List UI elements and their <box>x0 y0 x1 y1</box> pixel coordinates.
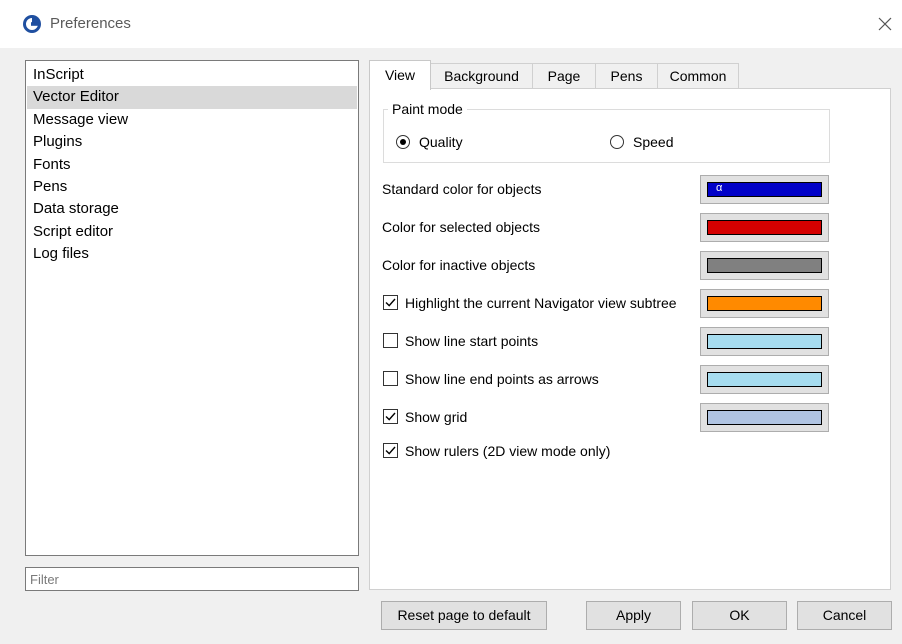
tab-pens[interactable]: Pens <box>595 63 658 89</box>
highlight-color-swatch <box>707 296 822 311</box>
category-item-fonts[interactable]: Fonts <box>27 154 357 176</box>
speed-label[interactable]: Speed <box>633 134 673 150</box>
title-bar: Preferences <box>0 0 902 48</box>
category-item-plugins[interactable]: Plugins <box>27 131 357 153</box>
line-end-color-button[interactable] <box>700 365 829 394</box>
show-rulers-label[interactable]: Show rulers (2D view mode only) <box>405 443 610 459</box>
line-end-color-swatch <box>707 372 822 387</box>
show-grid-label[interactable]: Show grid <box>405 409 467 425</box>
checkmark-icon <box>385 298 396 307</box>
quality-label[interactable]: Quality <box>419 134 463 150</box>
grid-color-swatch <box>707 410 822 425</box>
standard-color-label: Standard color for objects <box>382 181 542 197</box>
highlight-checkbox[interactable] <box>383 295 398 310</box>
show-grid-checkbox[interactable] <box>383 409 398 424</box>
category-item-message-view[interactable]: Message view <box>27 109 357 131</box>
category-item-pens[interactable]: Pens <box>27 176 357 198</box>
tab-common[interactable]: Common <box>657 63 739 89</box>
close-icon <box>878 17 892 31</box>
checkmark-icon <box>385 412 396 421</box>
line-end-label[interactable]: Show line end points as arrows <box>405 371 599 387</box>
apply-button[interactable]: Apply <box>586 601 681 630</box>
speed-radio[interactable] <box>610 135 624 149</box>
highlight-color-button[interactable] <box>700 289 829 318</box>
line-start-color-button[interactable] <box>700 327 829 356</box>
grid-color-button[interactable] <box>700 403 829 432</box>
line-end-checkbox[interactable] <box>383 371 398 386</box>
tab-page[interactable]: Page <box>532 63 596 89</box>
tab-background[interactable]: Background <box>430 63 533 89</box>
app-logo-icon <box>22 14 42 34</box>
highlight-label[interactable]: Highlight the current Navigator view sub… <box>405 295 677 311</box>
inactive-color-label: Color for inactive objects <box>382 257 536 273</box>
filter-input[interactable] <box>25 567 359 591</box>
selected-color-swatch <box>707 220 822 235</box>
line-start-checkbox[interactable] <box>383 333 398 348</box>
selected-color-button[interactable] <box>700 213 829 242</box>
selected-color-label: Color for selected objects <box>382 219 540 235</box>
window-title: Preferences <box>50 15 131 32</box>
quality-radio[interactable] <box>396 135 410 149</box>
reset-page-button[interactable]: Reset page to default <box>381 601 547 630</box>
line-start-label[interactable]: Show line start points <box>405 333 538 349</box>
paint-mode-title: Paint mode <box>388 101 467 117</box>
inactive-color-button[interactable] <box>700 251 829 280</box>
standard-color-button[interactable]: α <box>700 175 829 204</box>
category-list[interactable]: InScript Vector Editor Message view Plug… <box>25 60 359 556</box>
category-item-vector-editor[interactable]: Vector Editor <box>27 86 357 109</box>
close-button[interactable] <box>872 10 898 38</box>
show-rulers-checkbox[interactable] <box>383 443 398 458</box>
checkmark-icon <box>385 446 396 455</box>
category-item-data-storage[interactable]: Data storage <box>27 198 357 220</box>
alpha-glyph: α <box>716 182 723 194</box>
category-item-inscript[interactable]: InScript <box>27 64 357 86</box>
cancel-button[interactable]: Cancel <box>797 601 892 630</box>
category-item-script-editor[interactable]: Script editor <box>27 221 357 243</box>
standard-color-swatch: α <box>707 182 822 197</box>
category-item-log-files[interactable]: Log files <box>27 243 357 265</box>
inactive-color-swatch <box>707 258 822 273</box>
tab-view[interactable]: View <box>369 60 431 90</box>
ok-button[interactable]: OK <box>692 601 787 630</box>
line-start-color-swatch <box>707 334 822 349</box>
